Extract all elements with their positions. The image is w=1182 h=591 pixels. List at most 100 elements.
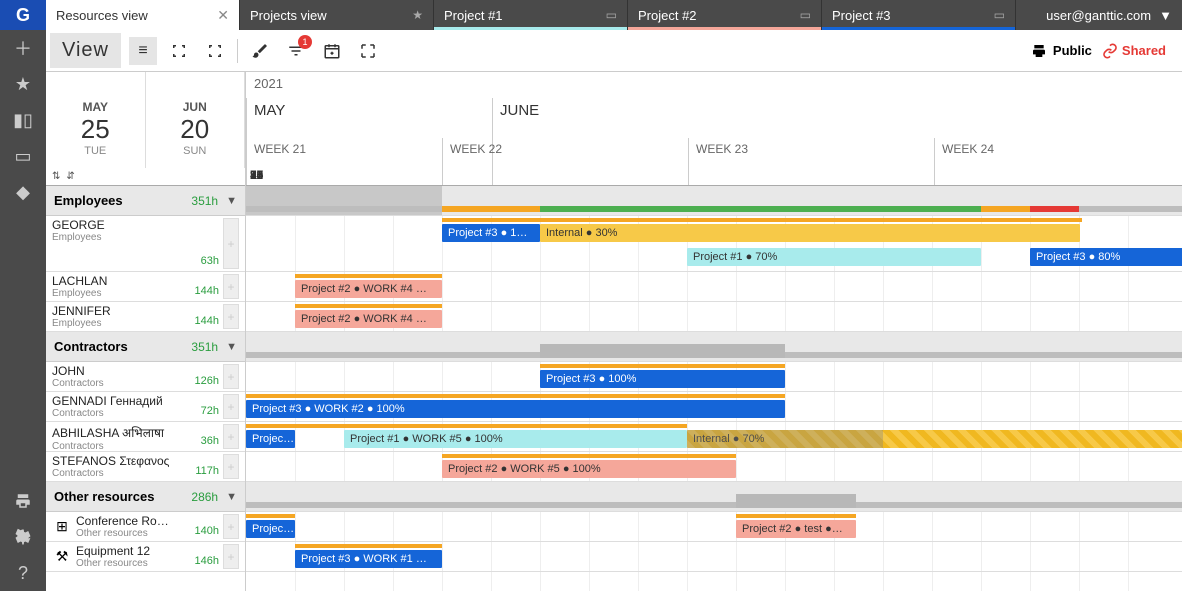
resource-row-abhilasha[interactable]: ABHILASHA अभिलाषाContractors 36h + (46, 422, 245, 452)
timeline-panel: 2021 MAY JUNE WEEK 21 WEEK 22 WEEK 23 WE… (246, 72, 1182, 591)
timeline-group-contractors (246, 332, 1182, 362)
timeline-row-jennifer[interactable]: Project #2 ● WORK #4 … (246, 302, 1182, 332)
resource-row-equipment[interactable]: ⚒ Equipment 12Other resources 146h + (46, 542, 245, 572)
task[interactable]: Project #3 ● WORK #2 ● 100% (246, 400, 785, 418)
tab-bar: Resources view ✕ Projects view ★ Project… (46, 0, 1182, 30)
tab-label: Resources view (56, 8, 148, 23)
tab-label: Project #3 (832, 8, 891, 23)
task[interactable]: Project #3 ● 100% (540, 370, 785, 388)
tab-label: Projects view (250, 8, 327, 23)
resource-row-stefanos[interactable]: STEFANOS ΣτεφανοςContractors 117h + (46, 452, 245, 482)
add-icon[interactable]: ＋ (0, 30, 46, 66)
task[interactable]: Project #2 ● WORK #4 … (295, 310, 442, 328)
doc-icon: ▭ (800, 8, 811, 22)
add-task-icon[interactable]: + (223, 274, 239, 299)
filter-icon[interactable]: 1 (282, 37, 310, 65)
drop-icon[interactable]: ◆ (0, 174, 46, 210)
shared-indicator[interactable]: Shared (1102, 43, 1166, 59)
task[interactable]: Project #3 ● 1… (442, 224, 540, 242)
timeline-row-gennadi[interactable]: Project #3 ● WORK #2 ● 100% (246, 392, 1182, 422)
chevron-down-icon[interactable]: ▼ (226, 195, 237, 207)
help-icon[interactable]: ? (0, 555, 46, 591)
task[interactable]: Projec… (246, 520, 295, 538)
task[interactable]: Project #1 ● 70% (687, 248, 981, 266)
archive-icon[interactable]: ▭ (0, 138, 46, 174)
resource-row-jennifer[interactable]: JENNIFEREmployees 144h + (46, 302, 245, 332)
chevron-down-icon[interactable]: ▼ (226, 491, 237, 503)
brush-icon[interactable] (246, 37, 274, 65)
doc-icon: ▭ (994, 8, 1005, 22)
logo[interactable]: G (0, 0, 46, 30)
tab-projects-view[interactable]: Projects view ★ (240, 0, 434, 30)
user-email: user@ganttic.com (1046, 8, 1151, 23)
tab-label: Project #1 (444, 8, 503, 23)
task[interactable]: Project #3 ● WORK #1 … (295, 550, 442, 568)
resource-row-john[interactable]: JOHNContractors 126h + (46, 362, 245, 392)
left-vertical-nav: G ＋ ★ ▮▯ ▭ ◆ ? (0, 0, 46, 591)
add-task-icon[interactable]: + (223, 454, 239, 479)
tab-resources-view[interactable]: Resources view ✕ (46, 0, 240, 30)
sort-controls[interactable]: ⇅ ⇵ (46, 168, 245, 186)
calendar-icon[interactable] (318, 37, 346, 65)
group-other[interactable]: Other resources 286h ▼ (46, 482, 245, 512)
timeline-row-conference[interactable]: Projec… Project #2 ● test ●… (246, 512, 1182, 542)
star-icon[interactable]: ★ (0, 66, 46, 102)
group-employees[interactable]: Employees 351h ▼ (46, 186, 245, 216)
tab-project-2[interactable]: Project #2 ▭ (628, 0, 822, 30)
star-icon[interactable]: ★ (412, 8, 423, 22)
chevron-down-icon: ▼ (1159, 8, 1172, 23)
timeline-row-john[interactable]: Project #3 ● 100% (246, 362, 1182, 392)
task[interactable]: Projec… (246, 430, 295, 448)
print-icon[interactable] (0, 483, 46, 519)
timeline-row-george[interactable]: Project #3 ● 1… Internal ● 30% Project #… (246, 216, 1182, 272)
chevron-down-icon[interactable]: ▼ (226, 341, 237, 353)
view-mode-button[interactable]: View (50, 33, 121, 68)
timeline-row-equipment[interactable]: Project #3 ● WORK #1 … (246, 542, 1182, 572)
resource-row-conference[interactable]: ⊞ Conference Ro…Other resources 140h + (46, 512, 245, 542)
task[interactable]: Project #1 ● WORK #5 ● 100% (344, 430, 687, 448)
task[interactable]: Project #2 ● test ●… (736, 520, 856, 538)
timeline-group-other (246, 482, 1182, 512)
task[interactable]: Project #2 ● WORK #4 … (295, 280, 442, 298)
add-task-icon[interactable]: + (223, 424, 239, 449)
settings-icon[interactable] (0, 519, 46, 555)
timeline-group-employees (246, 186, 1182, 216)
filter-badge: 1 (298, 35, 312, 49)
public-toggle[interactable]: Public (1031, 43, 1092, 59)
add-task-icon[interactable]: + (223, 544, 239, 569)
task[interactable]: Internal ● 30% (540, 224, 1080, 242)
doc-icon: ▭ (606, 8, 617, 22)
expand-icon[interactable] (201, 37, 229, 65)
resource-row-george[interactable]: GEORGEEmployees 63h + (46, 216, 245, 272)
equipment-icon: ⚒ (52, 544, 72, 569)
add-task-icon[interactable]: + (223, 218, 239, 269)
group-contractors[interactable]: Contractors 351h ▼ (46, 332, 245, 362)
sort-desc-icon[interactable]: ⇵ (66, 171, 74, 182)
toolbar: View ≡ 1 Public Shared (46, 30, 1182, 72)
add-task-icon[interactable]: + (223, 394, 239, 419)
close-icon[interactable]: ✕ (217, 7, 229, 24)
timeline-body[interactable]: Project #3 ● 1… Internal ● 30% Project #… (246, 186, 1182, 591)
room-icon: ⊞ (52, 514, 72, 539)
sort-asc-icon[interactable]: ⇅ (52, 171, 60, 182)
resource-panel: MAY 25 TUE JUN 20 SUN ⇅ ⇵ (46, 72, 246, 591)
add-task-icon[interactable]: + (223, 514, 239, 539)
tab-project-1[interactable]: Project #1 ▭ (434, 0, 628, 30)
menu-icon[interactable]: ≡ (129, 37, 157, 65)
task[interactable]: Project #3 ● 80% (1030, 248, 1182, 266)
collapse-icon[interactable] (165, 37, 193, 65)
task[interactable]: Project #2 ● WORK #5 ● 100% (442, 460, 736, 478)
timeline-row-abhilasha[interactable]: Projec… Project #1 ● WORK #5 ● 100% Inte… (246, 422, 1182, 452)
reports-icon[interactable]: ▮▯ (0, 102, 46, 138)
resource-row-lachlan[interactable]: LACHLANEmployees 144h + (46, 272, 245, 302)
tab-project-3[interactable]: Project #3 ▭ (822, 0, 1016, 30)
timeline-header: 2021 MAY JUNE WEEK 21 WEEK 22 WEEK 23 WE… (246, 72, 1182, 186)
user-menu[interactable]: user@ganttic.com ▼ (1036, 0, 1182, 30)
add-task-icon[interactable]: + (223, 364, 239, 389)
timeline-row-lachlan[interactable]: Project #2 ● WORK #4 … (246, 272, 1182, 302)
tab-label: Project #2 (638, 8, 697, 23)
add-task-icon[interactable]: + (223, 304, 239, 329)
resource-row-gennadi[interactable]: GENNADI ГеннадийContractors 72h + (46, 392, 245, 422)
fullscreen-icon[interactable] (354, 37, 382, 65)
timeline-row-stefanos[interactable]: Project #2 ● WORK #5 ● 100% (246, 452, 1182, 482)
